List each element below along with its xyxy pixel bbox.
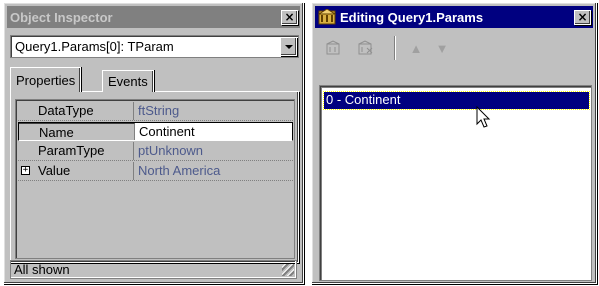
property-row-selected[interactable]: Name Continent [18, 122, 293, 141]
chevron-down-icon[interactable] [280, 37, 297, 56]
property-name: DataType [18, 102, 134, 120]
property-value[interactable]: ftString [134, 102, 293, 120]
toolbar-separator [394, 36, 396, 60]
expand-plus-icon[interactable]: + [21, 166, 30, 175]
object-inspector-titlebar[interactable]: Object Inspector × [7, 6, 300, 28]
params-editor-titlebar[interactable]: Editing Query1.Params × [315, 6, 593, 28]
close-icon[interactable]: × [574, 9, 591, 25]
params-editor-title: Editing Query1.Params [340, 9, 484, 25]
tab-events[interactable]: Events [102, 70, 154, 92]
property-name: Name [19, 123, 135, 140]
property-name: ParamType [18, 142, 134, 160]
delete-icon[interactable] [355, 38, 377, 58]
list-item-selected[interactable]: 0 - Continent [323, 91, 590, 110]
property-row[interactable]: DataType ftString [18, 102, 293, 121]
property-name: + Value [18, 162, 134, 180]
property-name-label: Value [38, 163, 71, 178]
property-value[interactable]: ptUnknown [134, 142, 293, 160]
tab-properties[interactable]: Properties [10, 67, 82, 92]
params-editor-window: Editing Query1.Params × ▲ ▼ 0 - Continen… [311, 2, 597, 284]
component-selector-value: Query1.Params[0]: TParam [15, 39, 174, 54]
params-editor-icon [318, 9, 336, 25]
object-inspector-window: Object Inspector × Query1.Params[0]: TPa… [3, 2, 304, 284]
property-grid: DataType ftString Name Continent ParamTy… [15, 99, 295, 259]
status-text: All shown [14, 262, 70, 277]
status-bar: All shown [10, 260, 297, 279]
property-row[interactable]: + Value North America [18, 162, 293, 181]
move-down-icon[interactable]: ▼ [431, 38, 453, 58]
close-icon[interactable]: × [281, 9, 298, 25]
resize-grip-icon[interactable] [282, 264, 294, 276]
add-icon[interactable] [323, 38, 345, 58]
component-selector[interactable]: Query1.Params[0]: TParam [10, 35, 299, 58]
property-value-editor[interactable]: Continent [135, 123, 292, 140]
mouse-cursor-icon [476, 106, 491, 128]
move-up-icon[interactable]: ▲ [405, 38, 427, 58]
property-row[interactable]: ParamType ptUnknown [18, 142, 293, 161]
params-list[interactable]: 0 - Continent [319, 85, 592, 281]
object-inspector-title: Object Inspector [10, 9, 113, 25]
property-value[interactable]: North America [134, 162, 293, 180]
